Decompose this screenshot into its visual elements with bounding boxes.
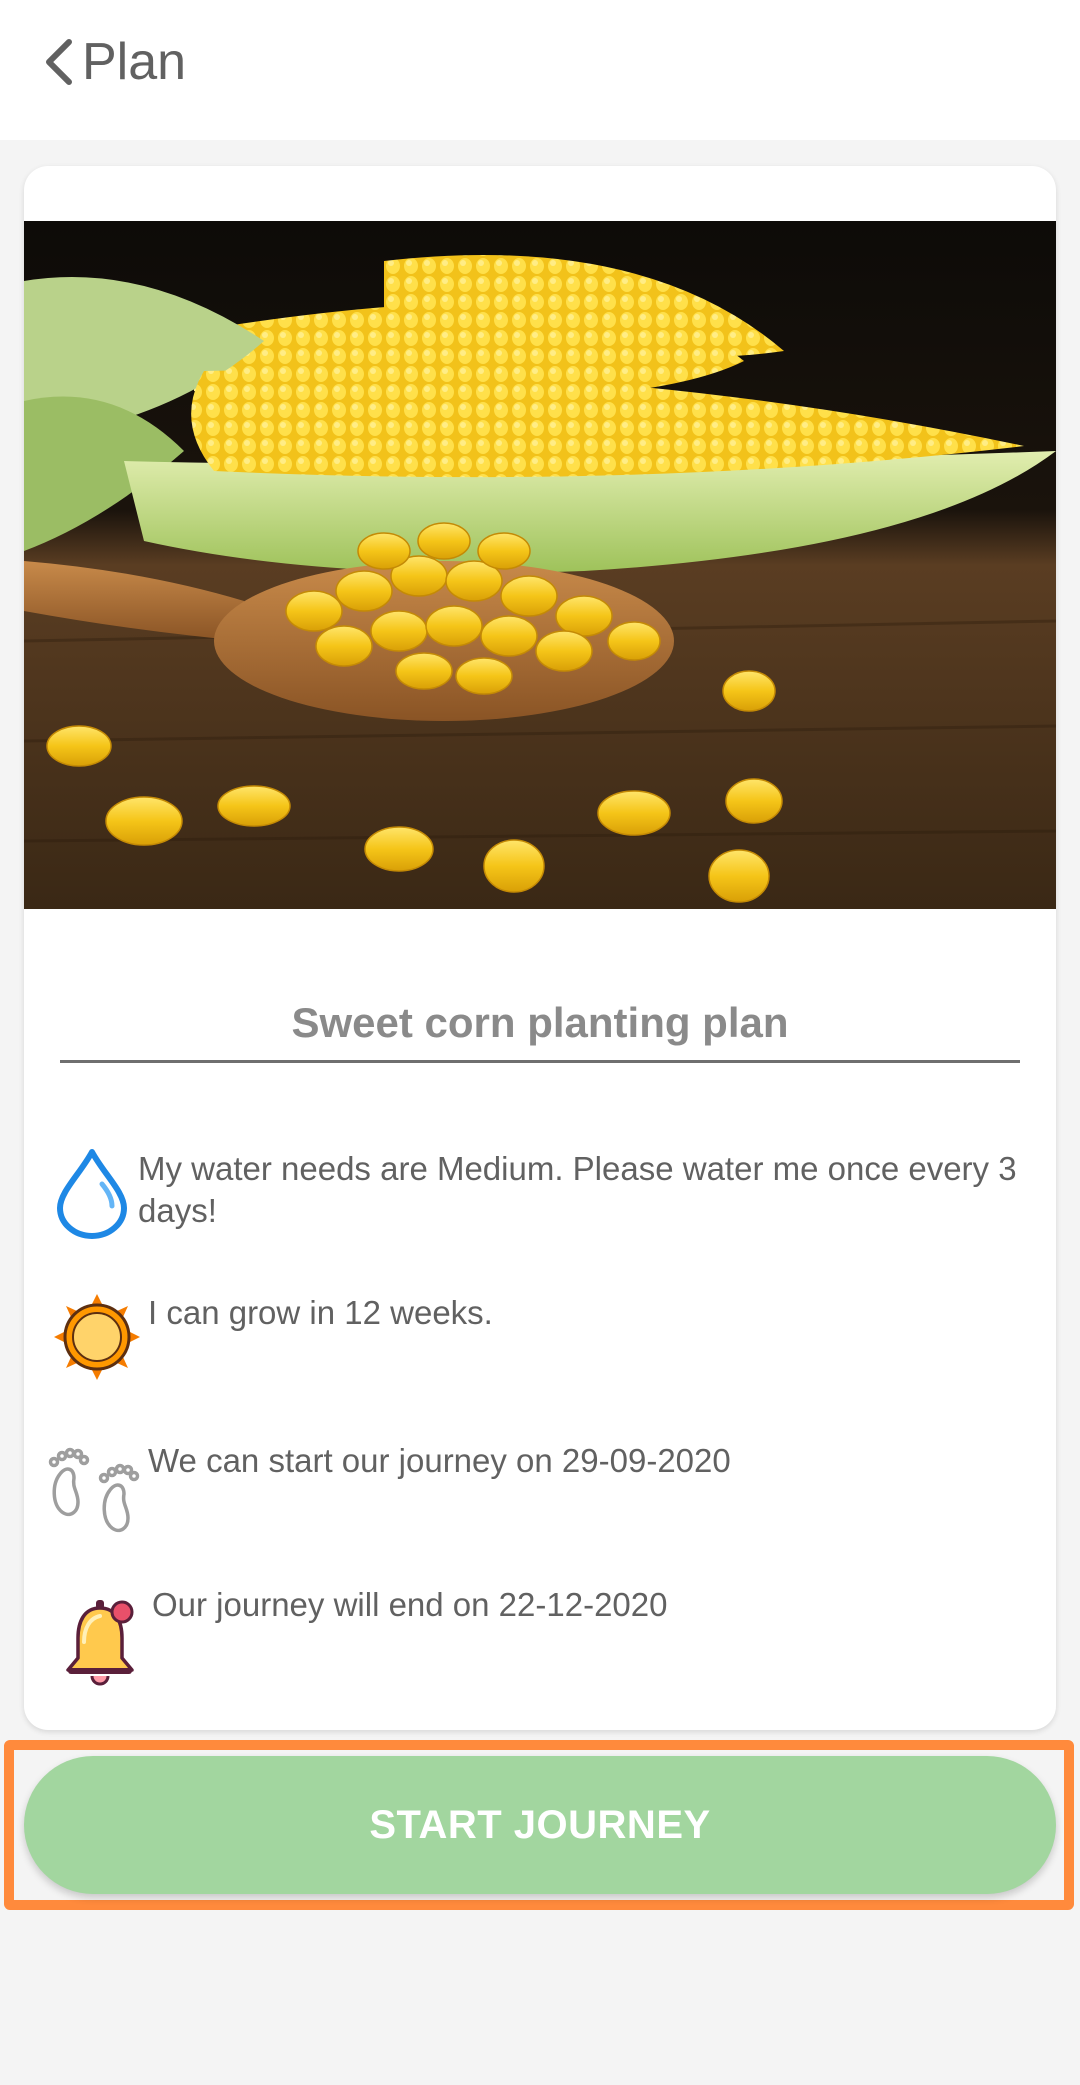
end-date-text: Our journey will end on 22-12-2020 xyxy=(152,1586,668,1623)
chevron-left-icon xyxy=(46,39,72,85)
water-needs-text: My water needs are Medium. Please water … xyxy=(138,1150,1017,1229)
bell-icon xyxy=(66,1600,134,1686)
footprints-icon xyxy=(48,1447,140,1533)
sun-icon xyxy=(54,1294,140,1380)
growth-duration-text: I can grow in 12 weeks. xyxy=(148,1294,493,1331)
water-drop-icon xyxy=(57,1149,127,1239)
app-bar: Plan xyxy=(0,0,1080,140)
title-divider xyxy=(60,1060,1020,1063)
info-row-end-date: Our journey will end on 22-12-2020 xyxy=(60,1586,667,1692)
plan-title: Sweet corn planting plan xyxy=(291,999,789,1046)
sweet-corn-photo xyxy=(24,221,1056,909)
start-date-text: We can start our journey on 29-09-2020 xyxy=(148,1442,731,1479)
info-row-growth: I can grow in 12 weeks. xyxy=(52,1292,493,1382)
info-row-start-date: We can start our journey on 29-09-2020 xyxy=(44,1438,731,1542)
info-row-water: My water needs are Medium. Please water … xyxy=(50,1146,1018,1240)
plan-card: Sweet corn planting plan My water needs … xyxy=(24,166,1056,1730)
start-journey-button[interactable]: START JOURNEY xyxy=(24,1756,1056,1894)
page-title: Plan xyxy=(82,33,187,91)
